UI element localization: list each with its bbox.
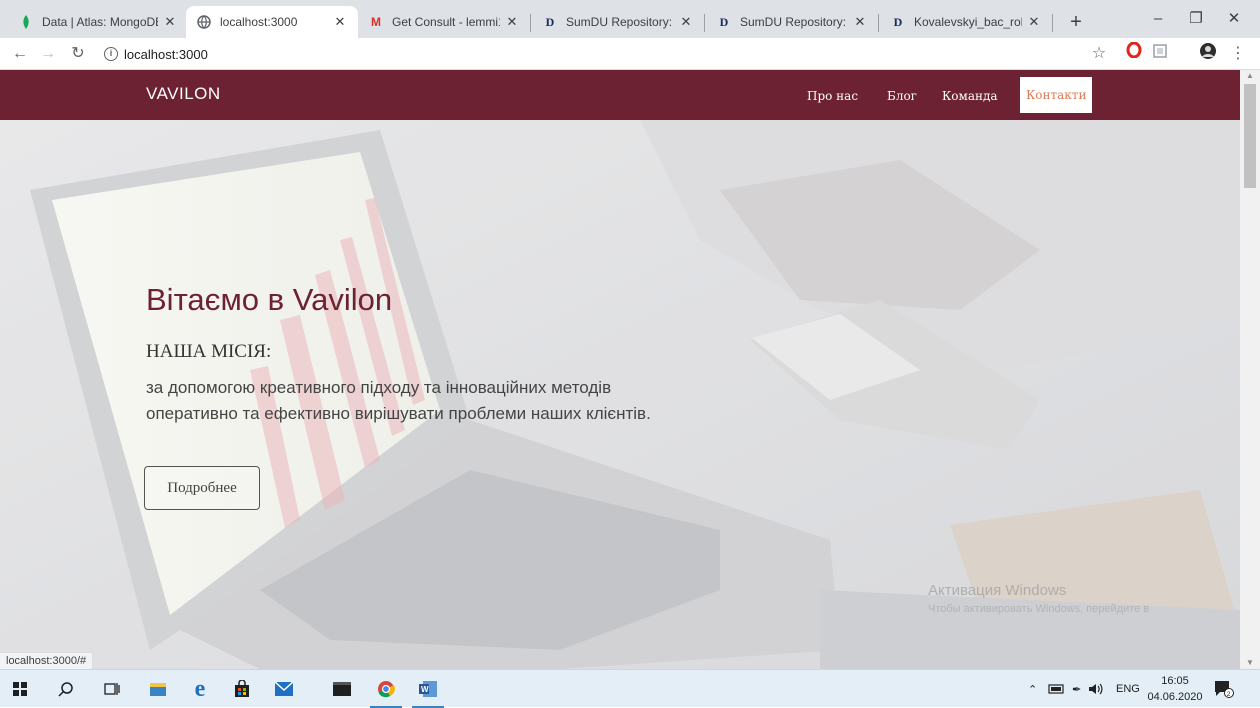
tab-title: Get Consult - lemmi19	[392, 15, 500, 29]
tab-sumdu-2[interactable]: D SumDU Repository: Са ✕	[706, 6, 878, 38]
tab-mongodb[interactable]: Data | Atlas: MongoDB ✕	[8, 6, 188, 38]
clock-time: 16:05	[1161, 675, 1189, 687]
tab-gmail[interactable]: M Get Consult - lemmi19 ✕	[358, 6, 530, 38]
file-explorer-icon[interactable]	[138, 670, 178, 708]
new-tab-button[interactable]: +	[1063, 10, 1089, 36]
language-indicator[interactable]: ENG	[1116, 670, 1140, 708]
nav-link-contacts[interactable]: Контакти	[1020, 77, 1093, 113]
tab-title: Kovalevskyi_bac_rob.pd	[914, 15, 1022, 29]
system-clock[interactable]: 16:05 04.06.2020	[1145, 673, 1205, 705]
page-scrollbar[interactable]: ▲ ▼	[1240, 70, 1260, 669]
nav-link-team[interactable]: Команда	[942, 89, 998, 103]
hero-description: за допомогою креативного підходу та інно…	[146, 378, 651, 423]
terminal-icon[interactable]	[322, 670, 362, 708]
tab-localhost[interactable]: localhost:3000 ✕	[186, 6, 358, 38]
close-icon[interactable]: ✕	[332, 14, 348, 30]
tab-divider	[704, 14, 705, 32]
tab-title: Data | Atlas: MongoDB	[42, 15, 158, 29]
pen-icon[interactable]: ✒	[1072, 670, 1081, 708]
volume-icon[interactable]	[1088, 670, 1104, 708]
scroll-up-arrow-icon[interactable]: ▲	[1240, 70, 1260, 82]
tab-title: localhost:3000	[220, 15, 298, 29]
task-view-icon[interactable]	[92, 670, 132, 708]
dspace-icon: D	[893, 14, 903, 29]
link-status-bubble: localhost:3000/#	[0, 652, 94, 669]
show-hidden-icons-icon[interactable]: ⌃	[1028, 670, 1037, 708]
tab-title: SumDU Repository: Са	[740, 15, 848, 29]
profile-avatar-icon[interactable]	[1196, 42, 1220, 66]
info-icon[interactable]: i	[104, 47, 118, 61]
word-icon[interactable]: W	[408, 670, 448, 708]
address-bar[interactable]: i localhost:3000	[104, 42, 208, 66]
notification-count: 2	[1227, 691, 1231, 698]
windows-activation-subtitle: Чтобы активировать Windows, перейдите в	[928, 603, 1150, 615]
mongodb-leaf-icon	[18, 14, 34, 30]
restore-button[interactable]: ❐	[1176, 6, 1216, 32]
browser-tab-strip: Data | Atlas: MongoDB ✕ localhost:3000 ✕…	[0, 0, 1260, 38]
tab-divider	[530, 14, 531, 32]
close-window-button[interactable]: ✕	[1214, 6, 1254, 32]
store-bag-icon[interactable]	[222, 670, 262, 708]
url-text: localhost:3000	[124, 46, 208, 62]
scroll-down-arrow-icon[interactable]: ▼	[1240, 657, 1260, 669]
windows-taskbar: e W ⌃ ✒ ENG 16:05 04.06.2020 2	[0, 669, 1260, 708]
close-icon[interactable]: ✕	[1026, 14, 1042, 30]
forward-arrow-icon[interactable]: →	[36, 42, 60, 66]
mail-icon[interactable]	[264, 670, 304, 708]
page-viewport: VAVILON Про нас Блог Команда Контакти Ві…	[0, 70, 1240, 669]
dspace-icon: D	[719, 14, 729, 29]
notification-center-icon[interactable]: 2	[1214, 670, 1234, 708]
tab-title: SumDU Repository: По	[566, 15, 674, 29]
tab-sumdu-1[interactable]: D SumDU Repository: По ✕	[532, 6, 704, 38]
hero-background-image	[0, 70, 1240, 669]
more-details-button[interactable]: Подробнее	[144, 466, 260, 510]
nav-link-blog[interactable]: Блог	[887, 89, 917, 103]
tab-kovalevskyi[interactable]: D Kovalevskyi_bac_rob.pd ✕	[880, 6, 1052, 38]
more-menu-icon[interactable]: ⋮	[1226, 42, 1250, 66]
close-icon[interactable]: ✕	[852, 14, 868, 30]
reload-icon[interactable]: ↻	[66, 42, 90, 66]
extension-icon[interactable]	[1148, 42, 1172, 66]
globe-icon	[196, 14, 212, 30]
site-brand-logo[interactable]: VAVILON	[146, 84, 221, 104]
search-icon[interactable]	[46, 670, 86, 708]
windows-activation-watermark: Активация Windows	[928, 582, 1067, 599]
bookmark-star-icon[interactable]: ☆	[1087, 42, 1111, 66]
svg-text:W: W	[421, 685, 429, 694]
tab-divider	[1052, 14, 1053, 32]
browser-toolbar: ← → ↻ i localhost:3000 ☆ ⋮	[0, 38, 1260, 70]
hero-title: Вітаємо в Vavilon	[146, 282, 393, 317]
nav-link-about[interactable]: Про нас	[807, 89, 858, 103]
chrome-icon[interactable]	[366, 670, 406, 708]
opera-extension-icon[interactable]	[1122, 41, 1146, 66]
dspace-icon: D	[545, 14, 555, 29]
close-icon[interactable]: ✕	[162, 14, 178, 30]
close-icon[interactable]: ✕	[504, 14, 520, 30]
hero-mission-heading: НАША МІСІЯ:	[146, 341, 272, 362]
tab-divider	[878, 14, 879, 32]
minimize-button[interactable]: –	[1138, 6, 1178, 32]
windows-start-icon[interactable]	[0, 670, 40, 708]
gmail-icon: M	[371, 15, 381, 29]
site-navbar: VAVILON Про нас Блог Команда Контакти	[0, 70, 1240, 120]
network-icon[interactable]	[1048, 670, 1064, 708]
back-arrow-icon[interactable]: ←	[8, 42, 32, 66]
edge-browser-icon[interactable]: e	[180, 670, 220, 708]
clock-date: 04.06.2020	[1147, 691, 1203, 703]
scroll-thumb[interactable]	[1244, 84, 1256, 188]
close-icon[interactable]: ✕	[678, 14, 694, 30]
